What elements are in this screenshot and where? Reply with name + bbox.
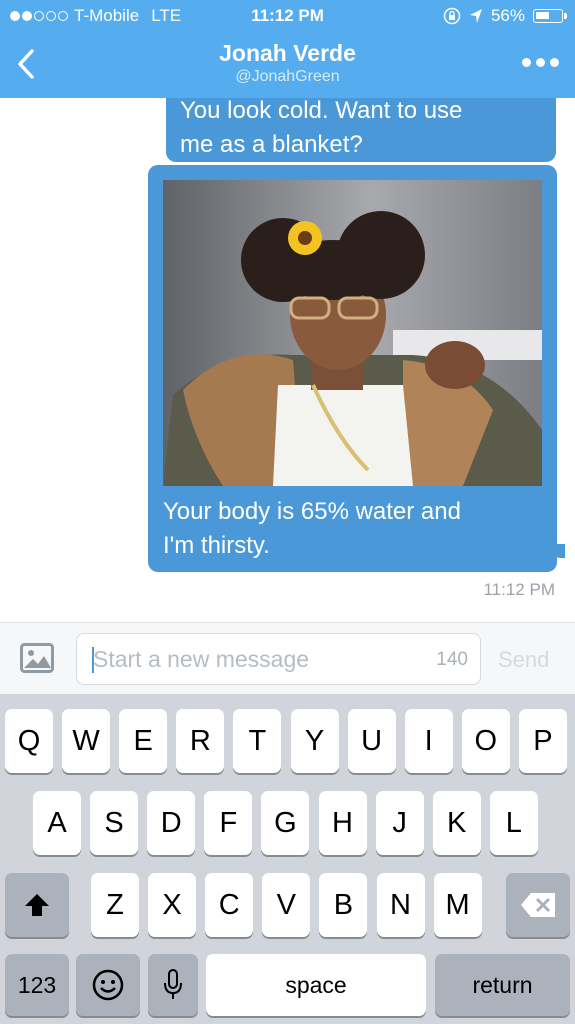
- emoji-key[interactable]: [76, 954, 140, 1016]
- key-v[interactable]: V: [262, 873, 311, 937]
- more-dots-icon[interactable]: [522, 58, 559, 67]
- key-k[interactable]: K: [432, 791, 481, 855]
- message-input[interactable]: Start a new message 140: [76, 633, 481, 685]
- shift-arrow-icon: [25, 894, 49, 916]
- message-text-block: Your body is 65% water and I'm thirsty.: [163, 495, 543, 563]
- key-d[interactable]: D: [147, 791, 196, 855]
- compose-bar: Start a new message 140 Send: [0, 622, 575, 694]
- delete-key[interactable]: [506, 873, 570, 937]
- key-a[interactable]: A: [33, 791, 81, 855]
- key-j[interactable]: J: [375, 791, 424, 855]
- key-x[interactable]: X: [148, 873, 197, 937]
- key-h[interactable]: H: [318, 791, 367, 855]
- key-e[interactable]: E: [119, 709, 168, 773]
- photo-image: [163, 180, 542, 486]
- key-o[interactable]: O: [461, 709, 510, 773]
- nav-header: T-Mobile LTE 11:12 PM 56% Jonah Verde @J…: [0, 0, 575, 98]
- status-bar: T-Mobile LTE 11:12 PM 56%: [0, 6, 575, 28]
- key-g[interactable]: G: [261, 791, 310, 855]
- battery-percent: 56%: [490, 6, 525, 25]
- bubble-tail: [551, 544, 565, 558]
- space-key[interactable]: space: [206, 954, 426, 1016]
- image-icon[interactable]: [20, 643, 54, 673]
- numbers-key[interactable]: 123: [5, 954, 69, 1016]
- message-placeholder: Start a new message: [93, 646, 310, 672]
- shift-key[interactable]: [5, 873, 69, 937]
- send-button[interactable]: Send: [498, 647, 549, 673]
- contact-name: Jonah Verde: [219, 40, 356, 66]
- message-text: You look cold. Want to use: [180, 97, 463, 124]
- message-photo[interactable]: [163, 180, 542, 486]
- key-r[interactable]: R: [176, 709, 225, 773]
- microphone-icon: [164, 969, 182, 999]
- key-y[interactable]: Y: [290, 709, 339, 773]
- conversation-title: Jonah Verde @JonahGreen: [0, 40, 575, 86]
- message-text: Your body is 65% water and: [163, 498, 461, 525]
- key-q[interactable]: Q: [5, 709, 53, 773]
- location-arrow-icon: [469, 9, 482, 23]
- key-z[interactable]: Z: [91, 873, 139, 937]
- battery-icon: [533, 9, 567, 23]
- message-timestamp: 11:12 PM: [483, 580, 555, 599]
- character-counter: 140: [436, 649, 468, 670]
- backspace-icon: [521, 893, 555, 917]
- return-key[interactable]: return: [435, 954, 570, 1016]
- message-text: I'm thirsty.: [163, 532, 270, 559]
- key-t[interactable]: T: [233, 709, 282, 773]
- dictation-key[interactable]: [148, 954, 198, 1016]
- message-bubble-with-photo[interactable]: Your body is 65% water and I'm thirsty.: [148, 165, 565, 572]
- key-p[interactable]: P: [518, 709, 567, 773]
- key-b[interactable]: B: [319, 873, 368, 937]
- message-text: me as a blanket?: [180, 131, 363, 158]
- key-s[interactable]: S: [90, 791, 139, 855]
- key-u[interactable]: U: [347, 709, 396, 773]
- keyboard: 123 space return QWERTYUIOP ASDFGHJKL ZXCV…: [0, 694, 575, 1024]
- key-n[interactable]: N: [376, 873, 425, 937]
- key-m[interactable]: M: [433, 873, 482, 937]
- status-right: 56%: [443, 6, 567, 26]
- emoji-icon: [92, 969, 124, 1001]
- key-w[interactable]: W: [62, 709, 111, 773]
- key-i[interactable]: I: [404, 709, 453, 773]
- rotation-lock-icon: [443, 7, 461, 25]
- contact-handle: @JonahGreen: [235, 68, 340, 85]
- key-f[interactable]: F: [204, 791, 253, 855]
- key-c[interactable]: C: [205, 873, 254, 937]
- key-l[interactable]: L: [489, 791, 538, 855]
